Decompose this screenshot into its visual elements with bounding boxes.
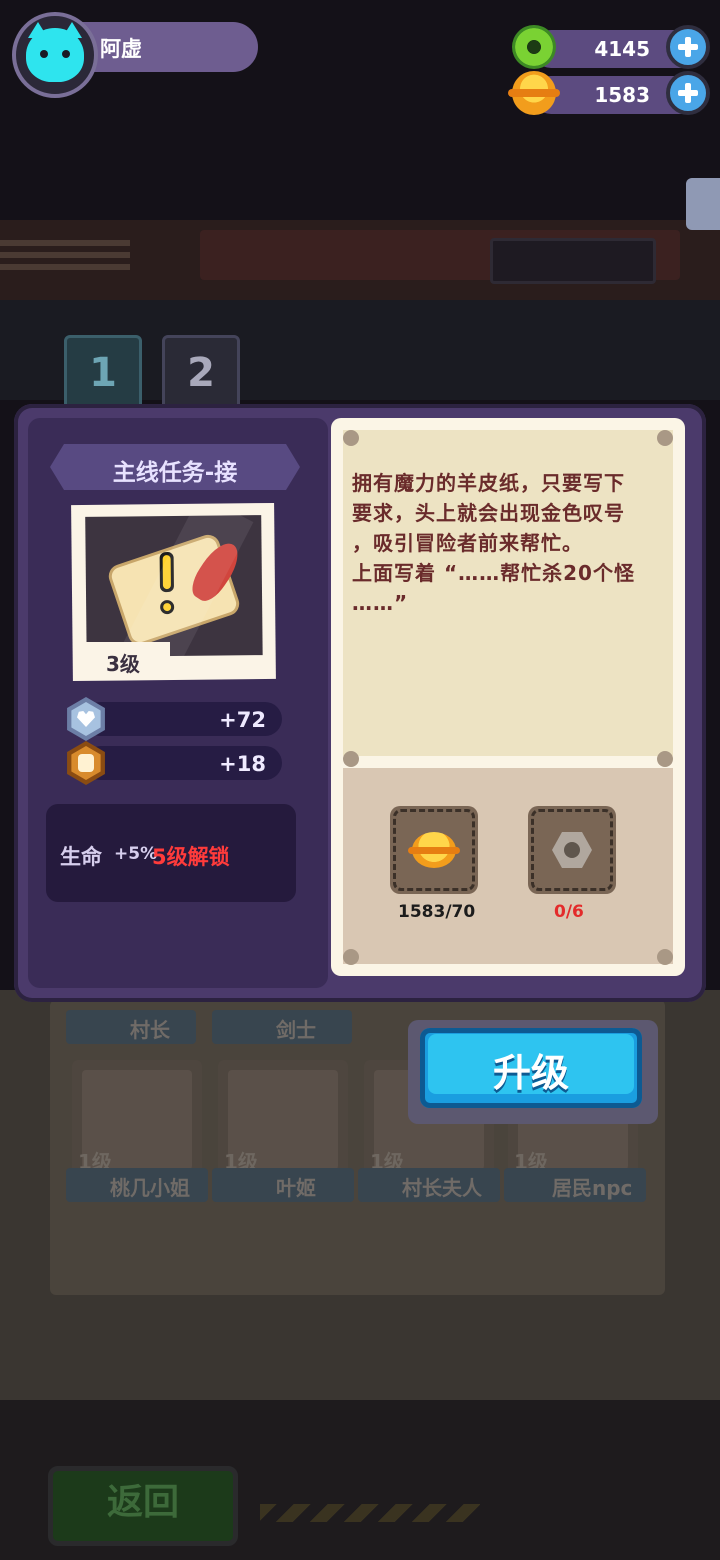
card-name: 居民npc bbox=[552, 1176, 633, 1200]
item-title-banner: 主线任务-接 bbox=[50, 444, 300, 490]
requirement-slot-nut bbox=[528, 806, 616, 894]
card-name: 村长夫人 bbox=[402, 1176, 482, 1200]
item-image bbox=[85, 515, 263, 657]
avatar[interactable] bbox=[12, 12, 98, 98]
description-line: ……” bbox=[352, 591, 409, 615]
avatar-ear bbox=[62, 22, 82, 38]
back-button[interactable]: 返回 bbox=[48, 1466, 238, 1546]
background-window bbox=[490, 238, 656, 284]
item-description: 拥有魔力的羊皮纸，只要写下 要求，头上就会出现金色叹号 ，吸引冒险者前来帮忙。 … bbox=[352, 468, 670, 618]
avatar-eye bbox=[62, 50, 70, 58]
requirement-count-nut: 0/6 bbox=[554, 902, 584, 922]
description-line: 上面写着 “……帮忙杀20个怪 bbox=[352, 561, 635, 585]
requirement-count-coin: 1583/70 bbox=[398, 902, 476, 922]
requirement-slot-coin bbox=[390, 806, 478, 894]
bonus-value: +5% bbox=[114, 844, 158, 864]
coin-icon bbox=[508, 71, 560, 115]
tab-1-label: 1 bbox=[89, 350, 117, 396]
coin-counter: 1583 bbox=[508, 71, 710, 115]
back-button-label: 返回 bbox=[106, 1482, 179, 1523]
stat-bar-attack: +18 bbox=[84, 746, 282, 780]
background-shelf bbox=[0, 220, 720, 300]
stat-value-attack: +18 bbox=[219, 752, 266, 776]
item-title: 主线任务-接 bbox=[112, 460, 238, 486]
side-clip-icon[interactable] bbox=[686, 178, 720, 230]
bolt-icon bbox=[343, 949, 359, 965]
item-level: 3级 bbox=[106, 652, 140, 676]
card-name: 叶姬 bbox=[276, 1176, 316, 1200]
tab-2[interactable]: 2 bbox=[162, 335, 240, 411]
bolt-icon bbox=[657, 430, 673, 446]
bonus-label: 生命 bbox=[60, 845, 102, 869]
coin-value: 1583 bbox=[594, 83, 650, 107]
avatar-ear bbox=[28, 22, 48, 38]
add-gems-button[interactable] bbox=[666, 25, 710, 69]
tab-1[interactable]: 1 bbox=[64, 335, 142, 411]
coin-icon bbox=[408, 832, 460, 868]
description-line: ，吸引冒险者前来帮忙。 bbox=[352, 531, 583, 555]
add-coins-button[interactable] bbox=[666, 71, 710, 115]
gem-value: 4145 bbox=[594, 37, 650, 61]
description-line: 拥有魔力的羊皮纸，只要写下 bbox=[352, 471, 625, 495]
upgrade-button[interactable]: 升级 bbox=[420, 1028, 642, 1108]
nut-icon bbox=[552, 832, 592, 868]
stat-value-health: +72 bbox=[219, 708, 266, 732]
upgrade-button-label: 升级 bbox=[492, 1051, 569, 1095]
player-name: 阿虚 bbox=[100, 37, 142, 61]
gem-icon bbox=[512, 25, 556, 69]
bolt-icon bbox=[657, 949, 673, 965]
avatar-eye bbox=[40, 50, 48, 58]
bolt-icon bbox=[343, 751, 359, 767]
gem-counter: 4145 bbox=[512, 25, 710, 69]
stat-bar-health: +72 bbox=[84, 702, 282, 736]
bolt-icon bbox=[343, 430, 359, 446]
bonus-unlock: 5级解锁 bbox=[152, 845, 230, 869]
item-level-tag: 3级 bbox=[80, 642, 170, 676]
cat-avatar-icon bbox=[26, 22, 84, 82]
tab-2-label: 2 bbox=[187, 350, 215, 396]
bolt-icon bbox=[657, 751, 673, 767]
unlock-bonus: 生命 +5% 5级解锁 bbox=[46, 804, 296, 902]
card-name: 村长 bbox=[130, 1018, 170, 1042]
hazard-strip bbox=[260, 1504, 480, 1522]
card-name: 剑士 bbox=[276, 1018, 316, 1042]
description-line: 要求，头上就会出现金色叹号 bbox=[352, 501, 625, 525]
background-slat bbox=[0, 240, 130, 270]
card-name: 桃几小姐 bbox=[110, 1176, 190, 1200]
